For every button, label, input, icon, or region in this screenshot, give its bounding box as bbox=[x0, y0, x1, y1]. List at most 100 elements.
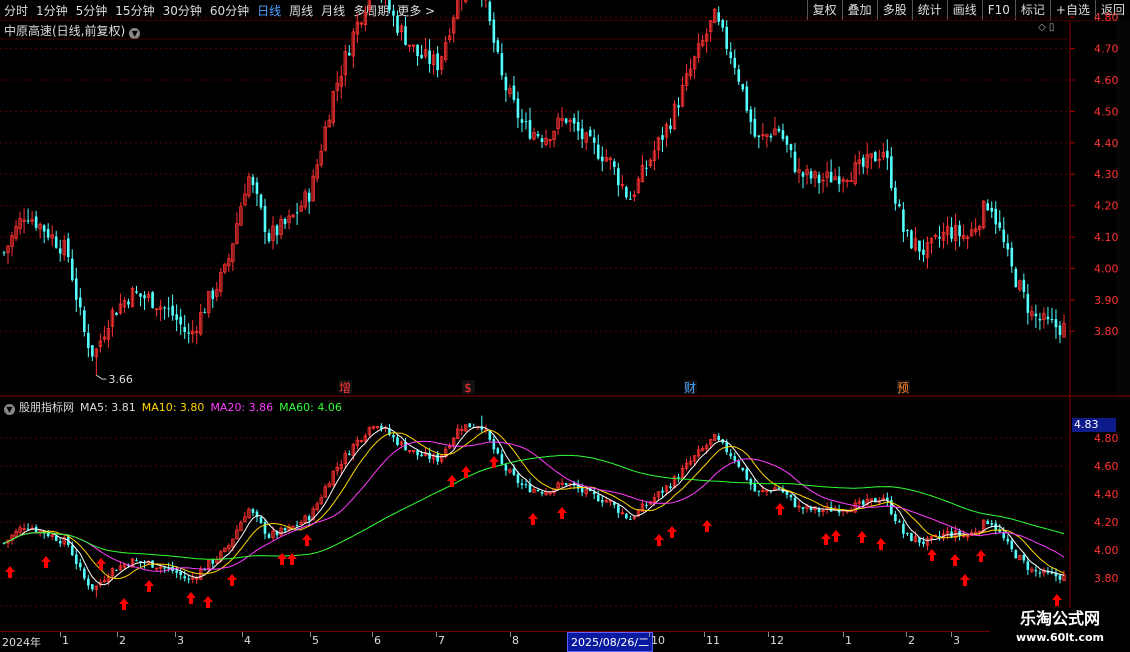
candle-body-indicator bbox=[512, 468, 516, 475]
candle-body bbox=[793, 151, 797, 173]
candle-body-indicator bbox=[348, 453, 351, 455]
ma60-line bbox=[3, 454, 1065, 560]
buy-arrow bbox=[447, 475, 457, 487]
current-price-tag: 4.83 bbox=[1072, 418, 1116, 432]
candle-body-indicator bbox=[777, 487, 781, 489]
candle-body-indicator bbox=[661, 490, 664, 493]
y-tick-label: 3.80 bbox=[1094, 325, 1119, 338]
candle-body bbox=[520, 119, 524, 123]
candle-body-indicator bbox=[496, 448, 500, 454]
date-tick bbox=[372, 632, 373, 637]
candle-body bbox=[388, 0, 391, 11]
candle-body-indicator bbox=[793, 497, 797, 508]
buy-arrow bbox=[144, 580, 154, 592]
candle-body bbox=[809, 171, 813, 179]
date-cursor-label: 2025/08/26/二 bbox=[567, 632, 654, 652]
candle-body bbox=[275, 225, 279, 236]
candle-body bbox=[171, 305, 174, 316]
candle-body bbox=[1058, 325, 1062, 336]
candle-body bbox=[127, 301, 130, 305]
date-tick bbox=[510, 632, 511, 637]
candle-body-indicator bbox=[251, 509, 255, 513]
date-label: 6 bbox=[374, 634, 381, 647]
event-marker: 增 bbox=[339, 381, 351, 395]
candle-body bbox=[74, 278, 78, 300]
candle-body-indicator bbox=[267, 534, 271, 538]
candle-body-indicator bbox=[753, 483, 757, 492]
buy-arrow bbox=[976, 550, 986, 562]
candle-body-indicator bbox=[729, 453, 733, 457]
candle-body-indicator bbox=[669, 486, 672, 488]
candle-body-indicator bbox=[1022, 555, 1026, 561]
buy-arrow bbox=[667, 526, 677, 538]
y-tick-label: 4.60 bbox=[1094, 74, 1119, 87]
candle-body-indicator bbox=[115, 569, 118, 571]
candle-body-indicator bbox=[749, 479, 753, 485]
y-tick-label: 4.60 bbox=[1094, 460, 1119, 473]
candle-body bbox=[918, 240, 921, 252]
candle-body-indicator bbox=[516, 474, 520, 483]
candle-body bbox=[910, 230, 913, 249]
y-tick-label: 4.00 bbox=[1094, 262, 1119, 275]
candle-body bbox=[2, 252, 6, 254]
date-tick bbox=[310, 632, 311, 637]
candle-body bbox=[600, 156, 604, 162]
candle-body bbox=[115, 312, 118, 316]
candle-body bbox=[187, 332, 191, 334]
candle-body bbox=[745, 86, 749, 111]
candle-body-indicator bbox=[645, 505, 648, 507]
candle-body-indicator bbox=[396, 437, 399, 445]
candle-body bbox=[890, 156, 893, 189]
date-label: 10 bbox=[651, 634, 665, 647]
candle-body bbox=[576, 121, 580, 131]
date-tick bbox=[242, 632, 243, 637]
candle-body bbox=[572, 117, 576, 124]
date-tick bbox=[175, 632, 176, 637]
candle-body bbox=[167, 308, 170, 310]
candle-body bbox=[70, 258, 74, 281]
candle-body-indicator bbox=[307, 516, 311, 521]
candle-body bbox=[661, 135, 664, 140]
candle-body bbox=[516, 98, 520, 118]
kline-chart[interactable]: 4.80 4.70 4.60 4.50 4.40 4.30 4.20 4.10 4.00 3.90… bbox=[0, 0, 1130, 650]
chevron-down-icon[interactable]: ▼ bbox=[4, 404, 15, 415]
candle-body bbox=[1022, 279, 1026, 292]
candle-body bbox=[83, 310, 86, 333]
watermark-title: 乐淘公式网 bbox=[1019, 609, 1100, 628]
candle-body bbox=[613, 161, 616, 168]
candle-body bbox=[392, 10, 395, 16]
candle-body-indicator bbox=[83, 568, 86, 579]
date-label: 1 bbox=[845, 634, 852, 647]
buy-arrow bbox=[277, 553, 287, 565]
candle-body bbox=[396, 15, 399, 33]
candle-body bbox=[769, 135, 773, 138]
date-label: 4 bbox=[244, 634, 251, 647]
candle-body bbox=[894, 187, 897, 204]
date-tick bbox=[951, 632, 952, 637]
candle-body bbox=[428, 50, 431, 65]
candle-body-indicator bbox=[468, 423, 472, 428]
candle-body bbox=[777, 128, 781, 132]
candle-body bbox=[721, 20, 725, 28]
candle-body-indicator bbox=[717, 435, 720, 441]
candle-body-indicator bbox=[990, 523, 994, 525]
candle-body bbox=[564, 118, 568, 123]
buy-arrow bbox=[857, 531, 867, 543]
date-label: 11 bbox=[706, 634, 720, 647]
candle-body-indicator bbox=[175, 570, 178, 573]
candle-body bbox=[1046, 316, 1050, 320]
date-axis: 2024年 1 2 3 4 5 6 7 8 2025/08/26/二 10 11 12 1 2 3 bbox=[0, 631, 1070, 652]
date-label: 2 bbox=[908, 634, 915, 647]
candle-body bbox=[994, 208, 998, 225]
candle-body bbox=[757, 135, 761, 138]
buy-arrow bbox=[831, 530, 841, 542]
date-tick bbox=[436, 632, 437, 637]
candle-body-indicator bbox=[600, 500, 604, 503]
candle-body bbox=[829, 171, 833, 183]
date-tick bbox=[704, 632, 705, 637]
candle-body-indicator bbox=[801, 507, 805, 510]
candle-body bbox=[404, 26, 407, 45]
candle-body bbox=[737, 69, 741, 82]
candle-body bbox=[801, 172, 805, 177]
candle-body-indicator bbox=[1026, 561, 1030, 570]
